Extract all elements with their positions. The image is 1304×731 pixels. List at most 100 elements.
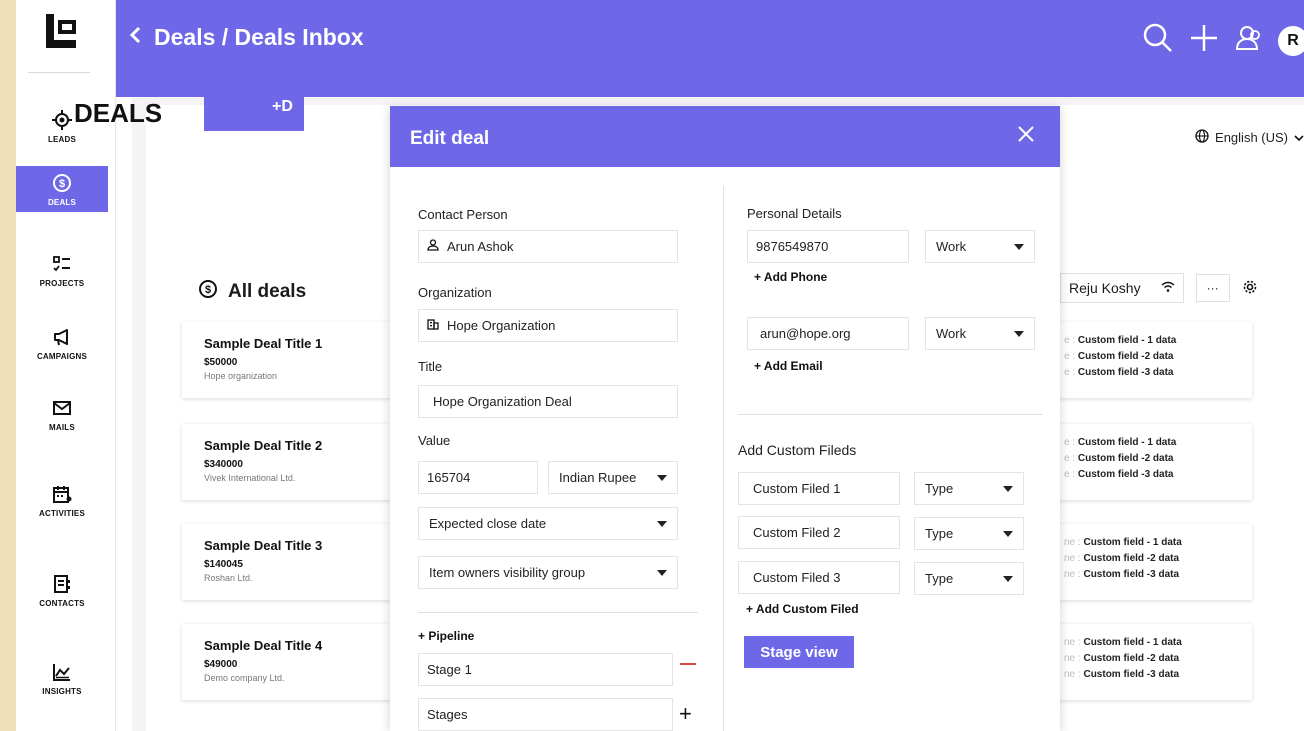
avatar[interactable]: R <box>1278 25 1304 56</box>
chart-icon <box>51 661 73 683</box>
breadcrumb-text[interactable]: Deals / Deals Inbox <box>154 24 364 51</box>
sidebar-item-label: LEADS <box>47 134 77 144</box>
custom-field-3-input[interactable]: Custom Filed 3 <box>738 561 900 594</box>
custom-field-card[interactable]: ne : Custom field - 1 data ne : Custom f… <box>1052 624 1252 700</box>
more-options-button[interactable]: ··· <box>1195 274 1230 302</box>
section-divider <box>418 612 698 613</box>
custom-field-row: e : Custom field -3 data <box>1064 367 1174 378</box>
checklist-icon <box>51 253 73 275</box>
remove-stage-icon[interactable] <box>680 663 696 665</box>
sidebar-item-label: CAMPAIGNS <box>36 351 88 361</box>
deal-title: Sample Deal Title 4 <box>204 638 323 653</box>
email-field[interactable]: arun@hope.org <box>747 317 909 350</box>
deal-card[interactable]: Sample Deal Title 3 $140045 Roshan Ltd. <box>182 524 392 600</box>
language-label: English (US) <box>1215 130 1288 145</box>
add-pipeline-link[interactable]: + Pipeline <box>418 629 474 643</box>
title-label: Title <box>418 359 443 374</box>
back-chevron-icon[interactable] <box>128 24 142 51</box>
add-phone-link[interactable]: + Add Phone <box>754 270 827 284</box>
breadcrumb: Deals / Deals Inbox <box>128 24 364 51</box>
visibility-value: Item owners visibility group <box>429 565 586 580</box>
expected-close-select[interactable]: Expected close date <box>418 507 678 540</box>
stages-field[interactable]: Stages <box>418 698 673 731</box>
calendar-icon <box>51 483 73 505</box>
visibility-select[interactable]: Item owners visibility group <box>418 556 678 589</box>
title-field[interactable]: Hope Organization Deal <box>418 385 678 418</box>
custom-field-2-type[interactable]: Type <box>914 517 1024 550</box>
wifi-icon <box>1161 280 1175 296</box>
organization-field[interactable]: Hope Organization <box>418 309 678 342</box>
top-actions: R <box>1142 22 1304 59</box>
add-email-link[interactable]: + Add Email <box>754 359 823 373</box>
custom-type-value: Type <box>925 526 954 541</box>
deal-title: Sample Deal Title 2 <box>204 438 323 453</box>
close-icon[interactable] <box>1016 124 1036 149</box>
custom-field-2-input[interactable]: Custom Filed 2 <box>738 516 900 549</box>
custom-field-card[interactable]: e : Custom field - 1 data e : Custom fie… <box>1052 322 1252 398</box>
stage-1-field[interactable]: Stage 1 <box>418 653 673 686</box>
caret-down-icon <box>1003 485 1013 492</box>
crosshair-icon <box>51 109 73 131</box>
sidebar-item-label: DEALS <box>47 197 77 207</box>
caret-down-icon <box>1003 530 1013 537</box>
deal-organization: Hope organization <box>204 371 278 381</box>
email-type-value: Work <box>936 326 967 341</box>
custom-field-3-type[interactable]: Type <box>914 562 1024 595</box>
phone-type-select[interactable]: Work <box>925 230 1035 263</box>
sidebar-item-mails[interactable]: MAILS <box>16 384 108 444</box>
sidebar-item-campaigns[interactable]: CAMPAIGNS <box>16 313 108 373</box>
custom-field-card[interactable]: e : Custom field - 1 data e : Custom fie… <box>1052 424 1252 500</box>
email-type-select[interactable]: Work <box>925 317 1035 350</box>
deal-card[interactable]: Sample Deal Title 1 $50000 Hope organiza… <box>182 322 392 398</box>
language-selector[interactable]: English (US) <box>1195 129 1304 146</box>
edit-deal-modal: Edit deal Contact Person Arun Ashok Orga… <box>390 106 1060 731</box>
deal-value: $50000 <box>204 357 238 368</box>
value-field[interactable]: 165704 <box>418 461 538 494</box>
deal-organization: Vivek International Ltd. <box>204 473 296 483</box>
custom-field-row: ne : Custom field -3 data <box>1064 569 1180 580</box>
filter-row: Reju Koshy ··· <box>1060 273 1258 303</box>
sidebar-item-deals[interactable]: $ DEALS <box>16 166 108 212</box>
deal-card[interactable]: Sample Deal Title 4 $49000 Demo company … <box>182 624 392 700</box>
custom-field-1-input[interactable]: Custom Filed 1 <box>738 472 900 505</box>
contact-person-field[interactable]: Arun Ashok <box>418 230 678 263</box>
search-icon[interactable] <box>1142 22 1174 59</box>
top-bar: Deals / Deals Inbox R <box>116 0 1304 97</box>
add-custom-field-link[interactable]: + Add Custom Filed <box>746 602 859 616</box>
gear-icon[interactable] <box>1242 279 1258 298</box>
custom-field-row: ne : Custom field - 1 data <box>1064 537 1182 548</box>
add-stage-icon[interactable]: + <box>679 703 692 725</box>
custom-field-card[interactable]: ne : Custom field - 1 data ne : Custom f… <box>1052 524 1252 600</box>
dollar-circle-icon: $ <box>51 172 73 194</box>
currency-select[interactable]: Indian Rupee <box>548 461 678 494</box>
modal-title: Edit deal <box>410 128 490 149</box>
plus-icon[interactable] <box>1188 22 1220 59</box>
deal-value: $49000 <box>204 659 238 670</box>
stage-view-button[interactable]: Stage view <box>744 636 854 668</box>
custom-fields-label: Add Custom Fileds <box>738 442 857 458</box>
users-icon[interactable] <box>1234 23 1264 58</box>
add-deal-button[interactable]: +D <box>204 85 304 131</box>
column-divider <box>723 186 724 731</box>
custom-type-value: Type <box>925 481 954 496</box>
person-icon <box>427 239 439 254</box>
sidebar-item-insights[interactable]: INSIGHTS <box>16 648 108 708</box>
phone-field[interactable]: 9876549870 <box>747 230 909 263</box>
all-deals-header[interactable]: $ All deals <box>198 279 306 305</box>
all-deals-label: All deals <box>228 281 307 302</box>
deal-card[interactable]: Sample Deal Title 2 $340000 Vivek Intern… <box>182 424 392 500</box>
custom-field-row: ne : Custom field - 1 data <box>1064 637 1182 648</box>
sidebar-item-contacts[interactable]: CONTACTS <box>16 560 108 620</box>
sidebar-item-activities[interactable]: ACTIVITIES <box>16 470 108 530</box>
custom-field-row: e : Custom field -2 data <box>1064 351 1174 362</box>
caret-down-icon <box>657 569 667 576</box>
custom-field-row: ne : Custom field -3 data <box>1064 669 1180 680</box>
app-logo-icon[interactable] <box>42 12 82 52</box>
contact-person-label: Contact Person <box>418 207 508 222</box>
custom-field-1-type[interactable]: Type <box>914 472 1024 505</box>
sidebar-item-projects[interactable]: PROJECTS <box>16 240 108 300</box>
caret-down-icon <box>1003 575 1013 582</box>
value-label: Value <box>418 433 451 448</box>
page-title: DEALS <box>74 98 163 128</box>
owner-filter[interactable]: Reju Koshy <box>1060 273 1184 303</box>
